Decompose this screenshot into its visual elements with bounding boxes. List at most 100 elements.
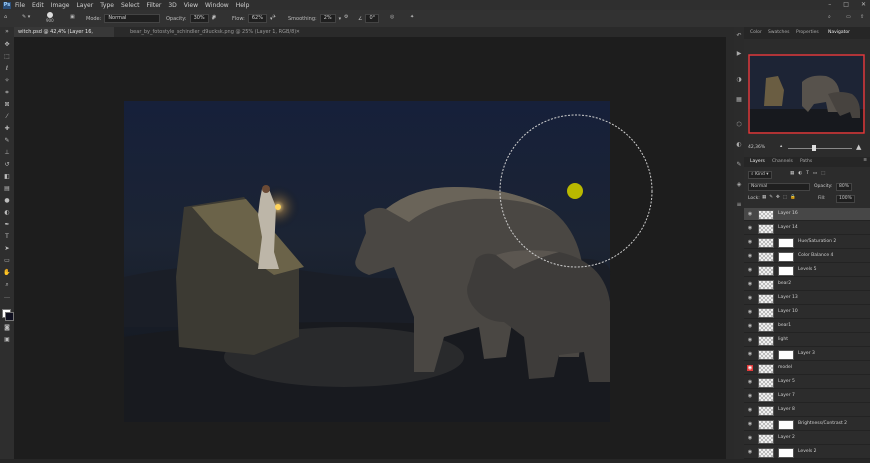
brushes-icon[interactable]: ✎ [736,162,742,168]
blend-mode-select[interactable]: Normal [748,183,810,191]
menu-view[interactable]: View [184,2,198,9]
menu-image[interactable]: Image [51,2,70,9]
type-tool-icon[interactable]: T [3,234,11,240]
zoom-tool-icon[interactable]: ⌕ [3,282,11,288]
layer-row[interactable]: ◉ bear1 [744,320,870,333]
healing-brush-tool-icon[interactable]: ✚ [3,126,11,132]
blur-tool-icon[interactable]: ● [3,198,11,204]
quick-mask-icon[interactable]: ◙ [3,325,11,331]
layer-mask-thumbnail[interactable] [778,266,794,276]
layer-mask-thumbnail[interactable] [778,252,794,262]
brush-settings-icon[interactable]: ▣ [70,14,75,20]
layer-row[interactable]: ◉ Layer 13 [744,292,870,305]
color-icon[interactable]: ◐ [736,142,742,148]
layer-row[interactable]: ◉ light [744,334,870,347]
layer-row[interactable]: ◉ Levels 5 [744,264,870,277]
gradient-tool-icon[interactable]: ▤ [3,186,11,192]
layer-mask-thumbnail[interactable] [778,350,794,360]
libraries-icon[interactable]: ▦ [736,97,742,103]
layer-row[interactable]: ◉ Layer 8 [744,404,870,417]
close-icon[interactable]: ✕ [861,1,866,8]
tab-bear-png[interactable]: bear_by_fotostyle_schindler_d9ucksk.png … [126,27,302,37]
history-icon[interactable]: ↶ [736,33,742,39]
visibility-eye-icon[interactable]: ◉ [747,379,753,385]
home-icon[interactable]: ⌂ [4,14,7,20]
tab-channels[interactable]: Channels [772,159,793,164]
zoom-in-icon[interactable]: ▲ [856,143,861,151]
more-tools-icon[interactable]: … [3,294,11,300]
brush-tool-icon[interactable]: ✎ [3,138,11,144]
pressure-size-icon[interactable]: ◎ [390,14,394,20]
visibility-eye-icon[interactable]: ◉ [747,449,753,455]
flow-field[interactable]: 62% [247,14,267,23]
layer-mask-thumbnail[interactable] [778,448,794,458]
visibility-eye-icon[interactable]: ◉ [747,239,753,245]
visibility-eye-icon[interactable]: ◉ [747,253,753,259]
visibility-eye-icon[interactable]: ◉ [747,435,753,441]
layer-row[interactable]: ◉ Hue/Saturation 2 [744,236,870,249]
layers-icon[interactable]: ◈ [736,182,742,188]
lock-icons[interactable]: ▦✎✥⬚🔒 [762,195,799,200]
layer-row[interactable]: ◉ Layer 14 [744,222,870,235]
canvas-area[interactable] [14,37,726,459]
play-icon[interactable]: ▶ [736,51,742,57]
tab-witch-psd[interactable]: witch.psd @ 42,4% (Layer 16, RGB/8) * ✕ [14,27,114,45]
menu-edit[interactable]: Edit [32,2,44,9]
3d-icon[interactable]: ⬡ [736,122,742,128]
tab-navigator[interactable]: Navigator [828,30,850,35]
layer-row[interactable]: ◉ Color Balance 4 [744,250,870,263]
layer-row[interactable]: ◉ Levels 2 [744,446,870,459]
document-canvas[interactable] [14,37,726,459]
zoom-slider-thumb[interactable] [812,145,816,151]
layer-row[interactable]: ◉ model [744,362,870,375]
quick-select-tool-icon[interactable]: ✧ [3,78,11,84]
tab-color[interactable]: Color [750,30,762,35]
kind-filter-select[interactable]: ⌕ Kind ▾ [748,171,772,179]
opacity-field[interactable]: 30% [189,14,209,23]
background-color-swatch[interactable] [5,312,14,321]
panel-menu-icon[interactable]: ≡ [863,158,867,163]
layer-row[interactable]: ◉ Layer 3 [744,348,870,361]
visibility-eye-icon[interactable]: ◉ [747,281,753,287]
dodge-tool-icon[interactable]: ◐ [3,210,11,216]
rectangle-tool-icon[interactable]: ▭ [3,258,11,264]
menu-filter[interactable]: Filter [147,2,162,9]
visibility-eye-icon[interactable]: ◉ [747,267,753,273]
menu-type[interactable]: Type [100,2,114,9]
symmetry-icon[interactable]: ✦ [410,14,414,20]
layer-row[interactable]: ◉ Layer 10 [744,306,870,319]
smoothing-field[interactable]: 2% [319,14,336,23]
visibility-eye-icon[interactable]: ◉ [747,309,753,315]
crop-tool-icon[interactable]: ⌗ [3,90,11,96]
layer-row[interactable]: ◉ bear2 [744,278,870,291]
pen-tool-icon[interactable]: ✒ [3,222,11,228]
search-icon[interactable]: ⌕ [828,14,831,20]
fill-field[interactable]: 100% [836,195,855,203]
layer-row[interactable]: ◉ Brightness/Contrast 2 [744,418,870,431]
menu-select[interactable]: Select [121,2,140,9]
layer-row[interactable]: ◉ Layer 2 [744,432,870,445]
visibility-eye-icon[interactable]: ◉ [747,295,753,301]
workspace-icon[interactable]: ▭ [846,14,851,20]
eyedropper-tool-icon[interactable]: ⁄ [3,114,11,120]
move-tool-icon[interactable]: ✥ [3,42,11,48]
maximize-icon[interactable]: □ [843,1,849,8]
menu-file[interactable]: File [15,2,25,9]
pressure-opacity-icon[interactable]: ◉ [212,14,216,20]
visibility-eye-icon[interactable]: ◉ [747,337,753,343]
screen-mode-icon[interactable]: ▣ [3,337,11,343]
layer-row[interactable]: ◉ Layer 16 [744,208,870,221]
tab-paths[interactable]: Paths [800,159,812,164]
share-icon[interactable]: ⇧ [860,14,864,20]
hand-tool-icon[interactable]: ✋ [3,270,11,276]
visibility-eye-icon[interactable]: ◉ [747,211,753,217]
brush-tool-icon[interactable]: ✎ ▾ [22,14,30,20]
visibility-eye-icon[interactable]: ◉ [747,323,753,329]
menu-help[interactable]: Help [236,2,250,9]
path-select-tool-icon[interactable]: ➤ [3,246,11,252]
collapse-toolbar-icon[interactable]: » [3,29,11,35]
visibility-eye-icon[interactable]: ◉ [747,407,753,413]
gear-icon[interactable]: ⚙ [344,14,348,20]
properties-icon[interactable]: ≡ [736,202,742,208]
frame-tool-icon[interactable]: ⊠ [3,102,11,108]
